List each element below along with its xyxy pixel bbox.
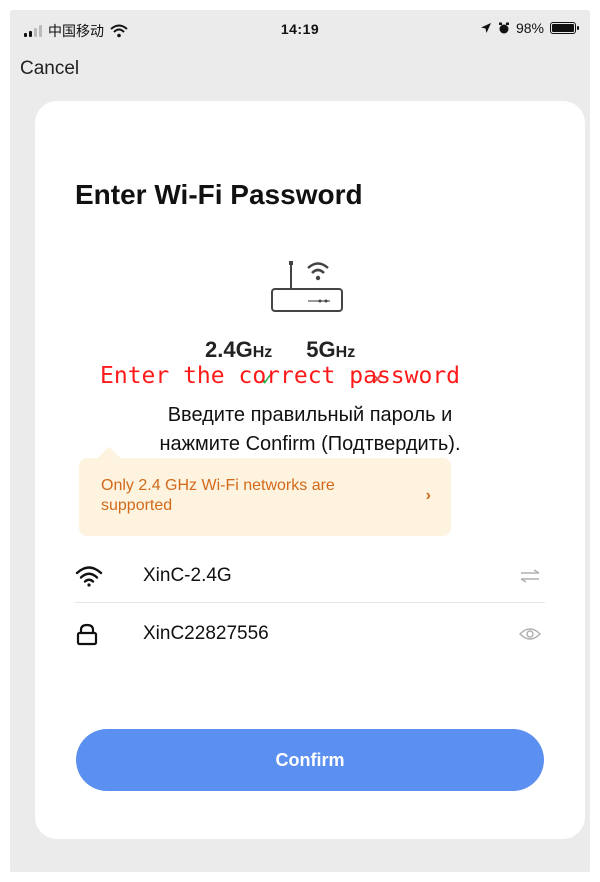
page-title: Enter Wi-Fi Password <box>75 179 363 210</box>
battery-fill <box>552 24 574 32</box>
annotation-russian: Введите правильный пароль и нажмите Conf… <box>35 401 585 459</box>
band-5-label: 5GHz <box>306 337 356 362</box>
wifi-icon <box>75 561 111 591</box>
battery-percent: 98% <box>515 20 544 36</box>
chevron-right-icon: › <box>425 487 431 504</box>
band-24-label: 2.4GHz <box>205 337 273 362</box>
band-labels: 2.4GHz 5GHz <box>205 337 355 363</box>
cancel-button[interactable]: Cancel <box>20 58 79 80</box>
ssid-row <box>75 549 545 603</box>
eye-icon[interactable] <box>515 622 545 646</box>
password-row <box>75 607 545 661</box>
status-bar: 中国移动 14:19 98% <box>10 10 590 50</box>
battery-icon <box>550 22 579 34</box>
wifi-password-card: Enter Wi-Fi Password 2.4GHz 5GHz ✓ × Ent… <box>35 101 585 839</box>
alarm-icon <box>498 22 509 34</box>
screen: 中国移动 14:19 98% Cancel Enter Wi-Fi Passwo… <box>10 10 590 872</box>
status-right: 98% <box>480 20 579 36</box>
band-hint-tooltip[interactable]: Only 2.4 GHz Wi-Fi networks are supporte… <box>79 458 451 536</box>
hint-text: Only 2.4 GHz Wi-Fi networks are supporte… <box>101 477 335 514</box>
confirm-button[interactable]: Confirm <box>76 729 544 791</box>
password-field[interactable] <box>143 623 515 645</box>
switch-network-icon[interactable] <box>515 564 545 588</box>
ssid-field[interactable] <box>143 564 515 587</box>
annotation-russian-line1: Введите правильный пароль и <box>167 404 453 426</box>
router-icon <box>271 261 343 312</box>
location-icon <box>480 23 491 33</box>
annotation-red: Enter the correct password <box>100 363 461 389</box>
lock-icon <box>75 619 111 649</box>
